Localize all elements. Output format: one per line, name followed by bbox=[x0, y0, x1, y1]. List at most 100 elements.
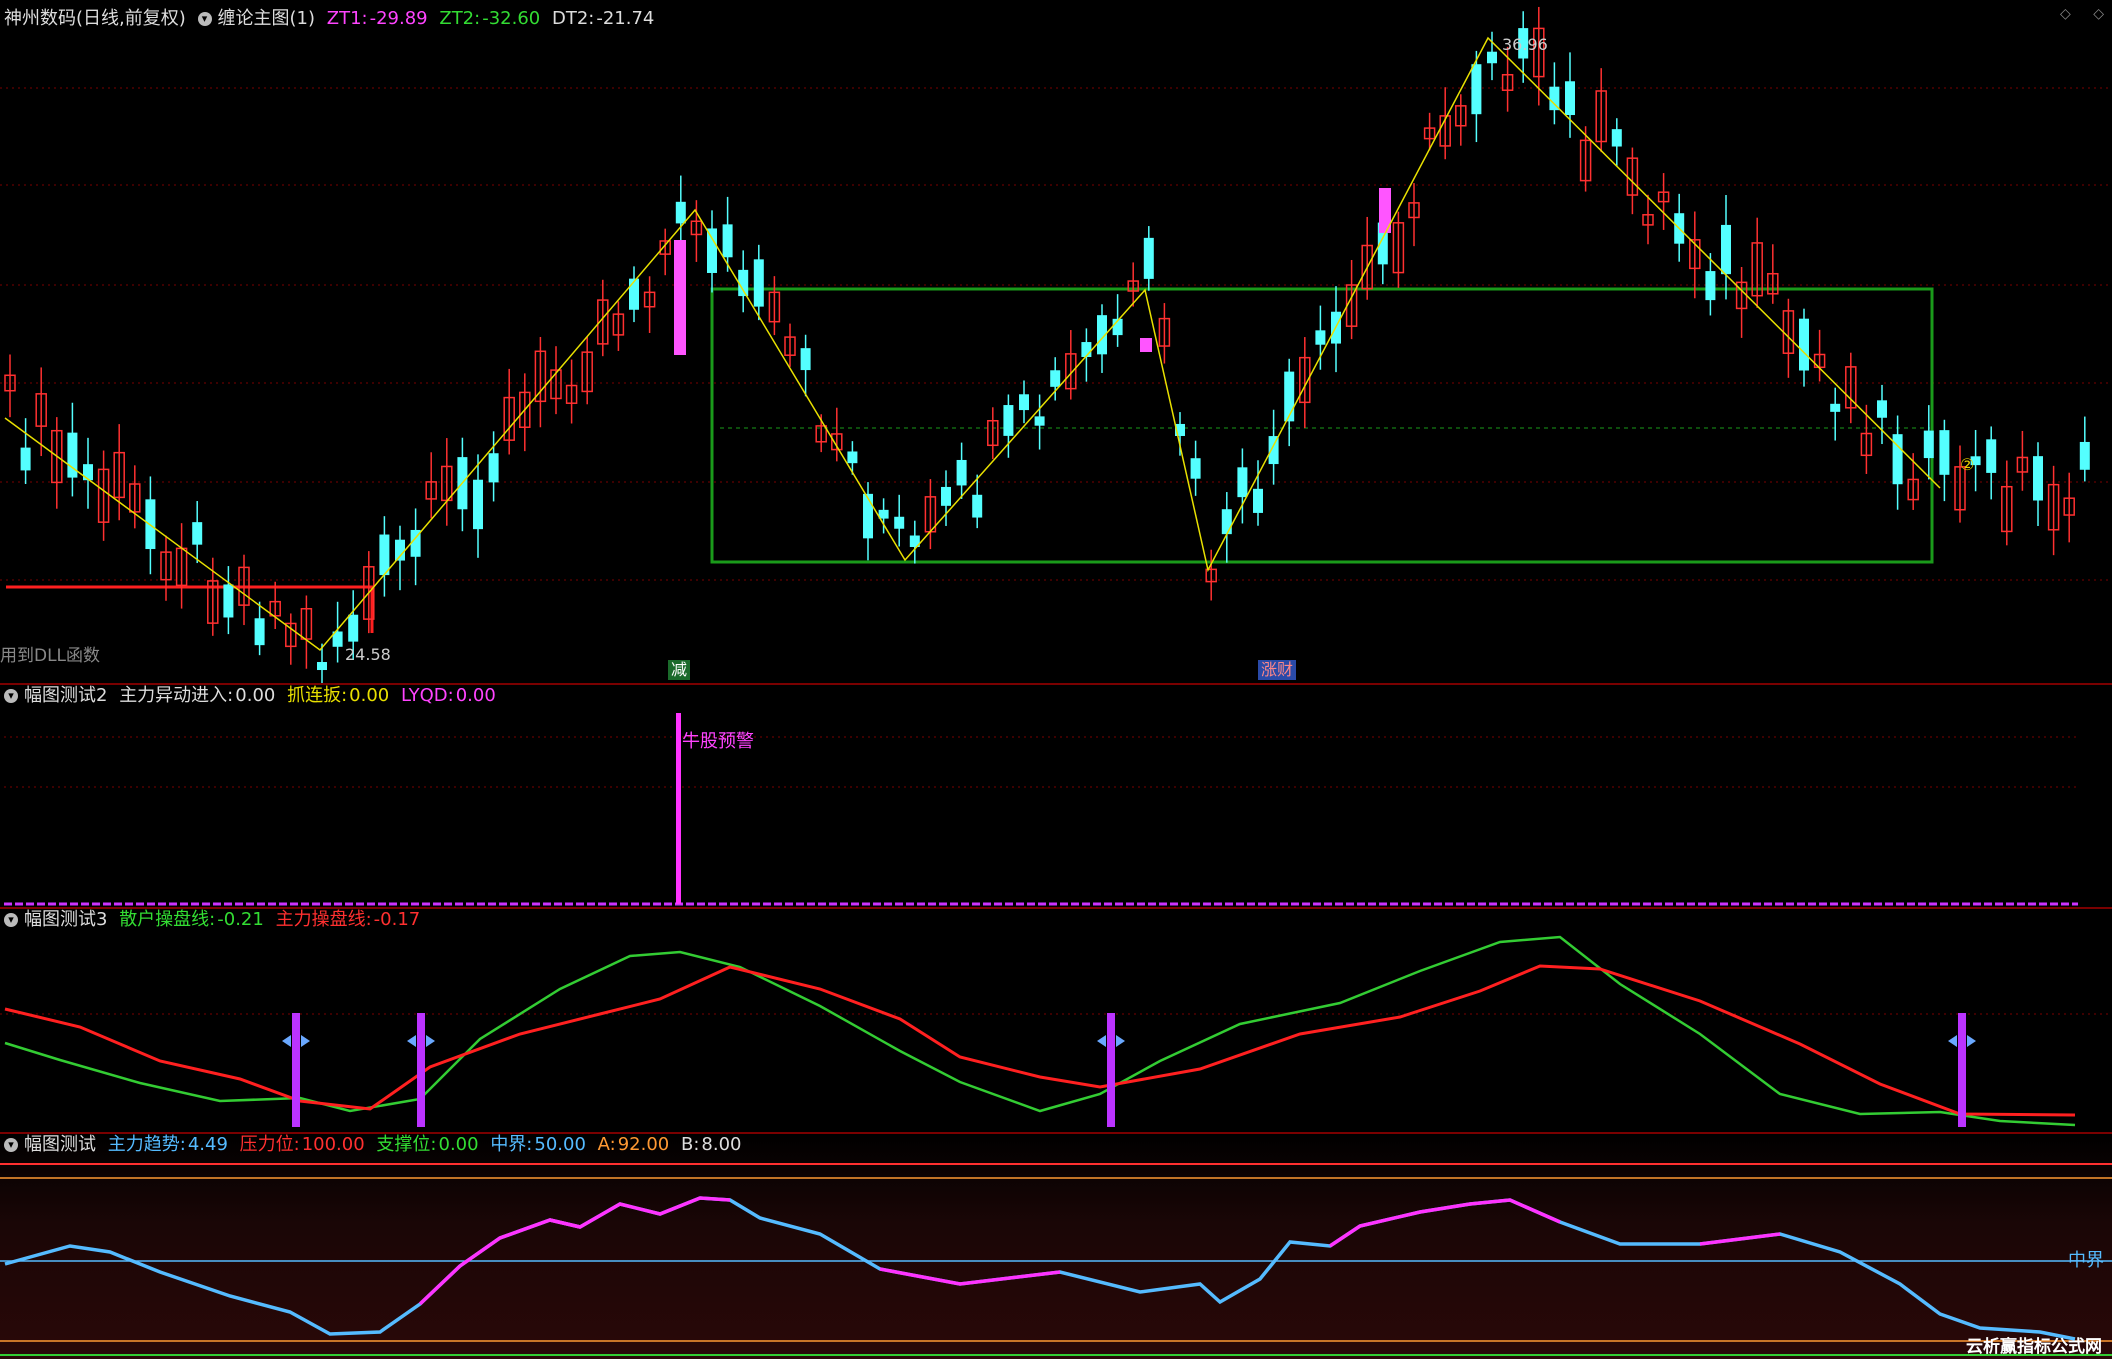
pane4-k5: A: bbox=[597, 1134, 616, 1155]
candle-body bbox=[1050, 370, 1061, 387]
trend-line bbox=[4, 1196, 2076, 1341]
candle-body bbox=[1081, 342, 1092, 357]
candle-body bbox=[2033, 456, 2043, 501]
pane3-v2: -0.17 bbox=[373, 909, 421, 930]
arrow-left-icon bbox=[1948, 1035, 1957, 1047]
arrow-right-icon bbox=[1116, 1035, 1125, 1047]
window-controls: ◇ ◇ bbox=[2060, 6, 2104, 22]
pane4-v1: 4.49 bbox=[187, 1134, 228, 1155]
candle-body bbox=[1830, 403, 1841, 412]
chevron-down-icon[interactable]: ▾ bbox=[197, 12, 212, 26]
stock-title[interactable]: 神州数码(日线,前复权) bbox=[4, 8, 186, 29]
dll-note: 用到DLL函数 bbox=[0, 646, 101, 666]
candle-body bbox=[317, 662, 327, 671]
candle-body bbox=[379, 534, 390, 576]
pane3-title[interactable]: 幅图测试3 bbox=[24, 909, 107, 930]
candle-body bbox=[1237, 467, 1248, 498]
pane4-v5: 92.00 bbox=[617, 1134, 670, 1155]
candle-body bbox=[941, 486, 951, 506]
candle-body bbox=[738, 269, 749, 297]
candle-body bbox=[1986, 439, 1997, 473]
candle-body bbox=[1923, 430, 1934, 459]
arrow-left-icon bbox=[282, 1035, 291, 1047]
support-line bbox=[6, 585, 374, 633]
main-force-line bbox=[4, 964, 2076, 1117]
main-chart-pane[interactable]: 神州数码(日线,前复权) ▾ 缠论主图(1) ZT1: -29.89 ZT2: -32… bbox=[0, 0, 2112, 683]
candle-body bbox=[1019, 394, 1029, 411]
indicator-pane-2[interactable]: ▾ 幅图测试2 主力异动进入: 0.00 抓连扳: 0.00 LYQD: 0.00 牛股… bbox=[0, 685, 2112, 907]
candle-body bbox=[753, 259, 764, 307]
watermark: 云析赢指标公式网 bbox=[1966, 1337, 2102, 1357]
zt1-label: ZT1: bbox=[326, 8, 368, 29]
mid-line-label: 中界 bbox=[2068, 1250, 2104, 1271]
arrow-right-icon bbox=[1967, 1035, 1976, 1047]
trend-up-segment bbox=[549, 1196, 731, 1229]
candle-body bbox=[1143, 237, 1154, 279]
pane2-header: ▾ 幅图测试2 主力异动进入: 0.00 抓连扳: 0.00 LYQD: 0.00 bbox=[4, 685, 502, 707]
pane4-v6: 8.00 bbox=[701, 1134, 742, 1155]
pane4-k6: B: bbox=[680, 1134, 700, 1155]
candle-body bbox=[1221, 509, 1232, 535]
pane2-k2: 抓连扳: bbox=[287, 685, 348, 706]
candle-body bbox=[1284, 371, 1295, 422]
signal-bar bbox=[1107, 1013, 1115, 1127]
pane4-v3: 0.00 bbox=[438, 1134, 479, 1155]
signal-bar bbox=[417, 1013, 425, 1127]
candle-body bbox=[488, 453, 499, 483]
pane4-title[interactable]: 幅图测试 bbox=[24, 1134, 96, 1155]
candle-body bbox=[707, 228, 717, 273]
indicator-pane-3[interactable]: ▾ 幅图测试3 散户操盘线: -0.21 主力操盘线: -0.17 bbox=[0, 909, 2112, 1132]
pane2-k3: LYQD: bbox=[400, 685, 454, 706]
indicator-4-chart bbox=[0, 1163, 2112, 1356]
arrow-left-icon bbox=[407, 1035, 416, 1047]
pane2-v2: 0.00 bbox=[349, 685, 390, 706]
candle-body bbox=[473, 479, 483, 530]
candle-body bbox=[1003, 405, 1014, 436]
pane4-v2: 100.00 bbox=[301, 1134, 365, 1155]
trend-up-segment bbox=[1699, 1232, 1781, 1246]
candle-body bbox=[192, 522, 203, 545]
candle-body bbox=[1565, 81, 1575, 116]
arrow-right-icon bbox=[301, 1035, 310, 1047]
candle-body bbox=[863, 493, 873, 539]
signal-marker: ② bbox=[1960, 455, 1975, 474]
candle-body bbox=[395, 539, 405, 561]
indicator-3-chart bbox=[0, 935, 2112, 1127]
candle-body bbox=[1705, 271, 1716, 301]
candle-body bbox=[894, 516, 905, 529]
low-price-label: 24.58 bbox=[345, 645, 391, 664]
pane2-k1: 主力异动进入: bbox=[119, 685, 234, 706]
chevron-down-icon[interactable]: ▾ bbox=[4, 1138, 18, 1152]
zt2-value: -32.60 bbox=[482, 8, 541, 29]
candle-body bbox=[1471, 64, 1482, 115]
arrow-right-icon bbox=[426, 1035, 435, 1047]
diamond-icon[interactable]: ◇ bbox=[2060, 6, 2071, 22]
candle-body bbox=[1253, 488, 1263, 513]
zt1-value: -29.89 bbox=[369, 8, 428, 29]
pane2-title[interactable]: 幅图测试2 bbox=[24, 685, 107, 706]
chevron-down-icon[interactable]: ▾ bbox=[4, 913, 18, 927]
candle-body bbox=[1190, 458, 1201, 479]
alert-label: 牛股预警 bbox=[682, 731, 754, 752]
pane4-k1: 主力趋势: bbox=[107, 1134, 186, 1155]
zt2-label: ZT2: bbox=[439, 8, 481, 29]
candle-body bbox=[2079, 441, 2090, 470]
pane4-k2: 压力位: bbox=[239, 1134, 300, 1155]
chevron-down-icon[interactable]: ▾ bbox=[4, 689, 18, 703]
candle-body bbox=[675, 201, 686, 224]
candle-body bbox=[83, 464, 93, 481]
arrow-left-icon bbox=[1097, 1035, 1106, 1047]
pane2-v1: 0.00 bbox=[235, 685, 276, 706]
candle-body bbox=[254, 618, 265, 646]
pane3-k2: 主力操盘线: bbox=[275, 909, 372, 930]
candlestick-chart[interactable] bbox=[0, 0, 2112, 683]
candle-body bbox=[1877, 400, 1887, 418]
expand-icon[interactable]: ◇ bbox=[2093, 6, 2104, 22]
signal-bar bbox=[292, 1013, 300, 1127]
candle-body bbox=[722, 224, 733, 258]
candle-body bbox=[1315, 330, 1326, 345]
indicator-pane-4[interactable]: ▾ 幅图测试 主力趋势: 4.49 压力位: 100.00 支撑位: 0.00 中界: 5… bbox=[0, 1134, 2112, 1359]
candle-body bbox=[1034, 416, 1045, 426]
indicator-name[interactable]: 缠论主图(1) bbox=[218, 8, 316, 29]
candle-body bbox=[847, 451, 858, 464]
